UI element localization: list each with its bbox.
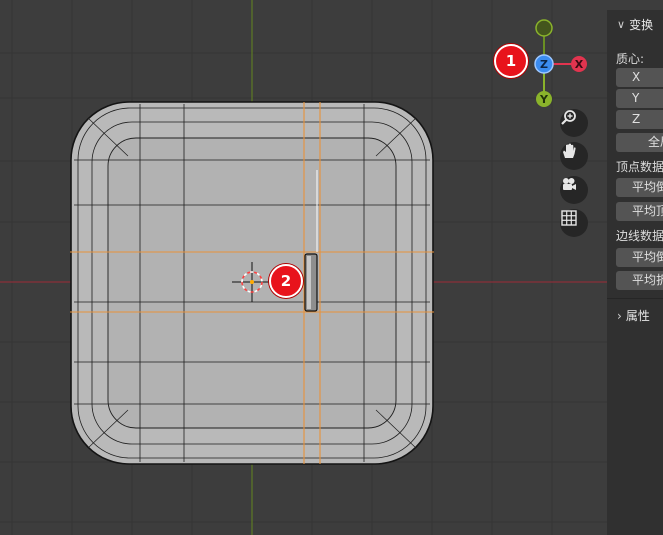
vertex-data-label: 顶点数据:	[616, 160, 663, 174]
pan-button[interactable]	[560, 142, 588, 170]
median-z-field[interactable]: Z	[616, 110, 663, 129]
median-x-field[interactable]: X	[616, 68, 663, 87]
edge-data-label: 边线数据:	[616, 229, 663, 243]
x-axis-label: X	[575, 58, 584, 71]
section-divider	[607, 298, 663, 299]
ortho-toggle-button[interactable]	[560, 209, 588, 237]
edge-crease-field[interactable]: 平均折痕	[616, 271, 663, 290]
sidebar-panel: ∨ 变换 质心: X Y Z 全局 顶点数据: 平均倒角权重 平均顶点折痕 边线…	[607, 10, 663, 535]
neg-y-axis-ball[interactable]	[535, 19, 553, 37]
step-badge-2: 2	[269, 264, 303, 298]
properties-title: 属性	[625, 309, 650, 323]
step-badge-1: 1	[494, 44, 528, 78]
vertex-bevel-weight-field[interactable]: 平均倒角权重	[616, 178, 663, 197]
vertex-crease-field[interactable]: 平均顶点折痕	[616, 202, 663, 221]
z-axis-label: Z	[540, 58, 548, 71]
transform-title: 变换	[629, 18, 654, 32]
pan-hand-icon	[563, 143, 576, 158]
properties-section-header[interactable]: › 属性	[617, 307, 650, 324]
axis-gizmo[interactable]: X Y Z	[534, 19, 587, 107]
median-y-field[interactable]: Y	[616, 89, 663, 108]
edge-bevel-weight-field[interactable]: 平均倒角权重	[616, 248, 663, 267]
zoom-magnifier-icon	[561, 110, 576, 125]
viewport-canvas[interactable]: X Y Z	[0, 0, 663, 535]
camera-view-button[interactable]	[560, 176, 588, 204]
median-label: 质心:	[616, 52, 645, 66]
3d-viewport[interactable]: X Y Z 1 2	[0, 0, 663, 535]
chevron-down-icon: ∨	[617, 18, 626, 31]
global-button[interactable]: 全局	[616, 133, 663, 152]
transform-section-header[interactable]: ∨ 变换	[617, 16, 653, 33]
y-axis-label: Y	[539, 93, 549, 106]
grid-icon	[561, 210, 577, 226]
camera-icon	[563, 178, 576, 190]
zoom-button[interactable]	[560, 109, 588, 137]
chevron-right-icon: ›	[617, 308, 622, 323]
